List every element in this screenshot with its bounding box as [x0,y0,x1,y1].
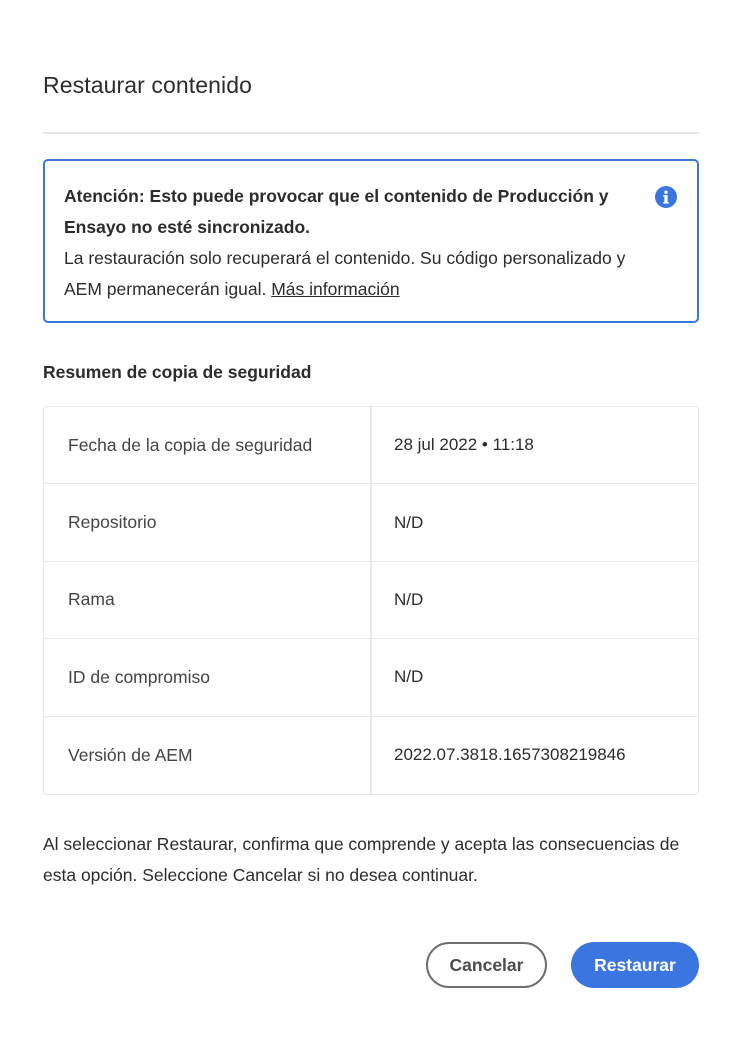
dialog-title: Restaurar contenido [43,72,253,98]
repository-value: N/D [394,512,424,532]
backup-summary-table: Fecha de la copia de seguridad 28 jul 20… [43,406,699,795]
aem-version-value: 2022.07.3818.1657308219846 [394,745,626,765]
table-row: ID de compromiso N/D [44,639,698,717]
learn-more-link[interactable]: Más información [271,279,399,299]
restore-content-dialog: Restaurar contenido Atención: Esto puede… [0,0,738,1042]
cancel-button[interactable]: Cancelar [426,942,547,988]
confirmation-text: Al seleccionar Restaurar, confirma que c… [43,834,680,885]
aem-version-label: Versión de AEM [44,716,372,794]
repository-label: Repositorio [44,484,372,561]
table-row: Rama N/D [44,561,698,640]
alert-heading: Atención: Esto puede provocar que el con… [64,186,609,237]
commit-id-label: ID de compromiso [44,639,372,716]
backup-date-value: 28 jul 2022 • 11:18 [394,435,534,455]
branch-label: Rama [44,561,372,639]
info-icon [655,186,677,208]
warning-alert: Atención: Esto puede provocar que el con… [43,159,699,323]
alert-body: La restauración solo recuperará el conte… [64,243,641,305]
table-row: Repositorio N/D [44,484,698,562]
commit-id-value: N/D [394,667,424,687]
table-row: Fecha de la copia de seguridad 28 jul 20… [44,407,698,485]
branch-value: N/D [394,589,424,609]
title-divider [43,132,699,134]
restore-button[interactable]: Restaurar [571,942,699,988]
table-row: Versión de AEM 2022.07.3818.165730821984… [44,716,698,794]
backup-summary-heading: Resumen de copia de seguridad [43,362,312,382]
backup-date-label: Fecha de la copia de seguridad [44,407,372,484]
